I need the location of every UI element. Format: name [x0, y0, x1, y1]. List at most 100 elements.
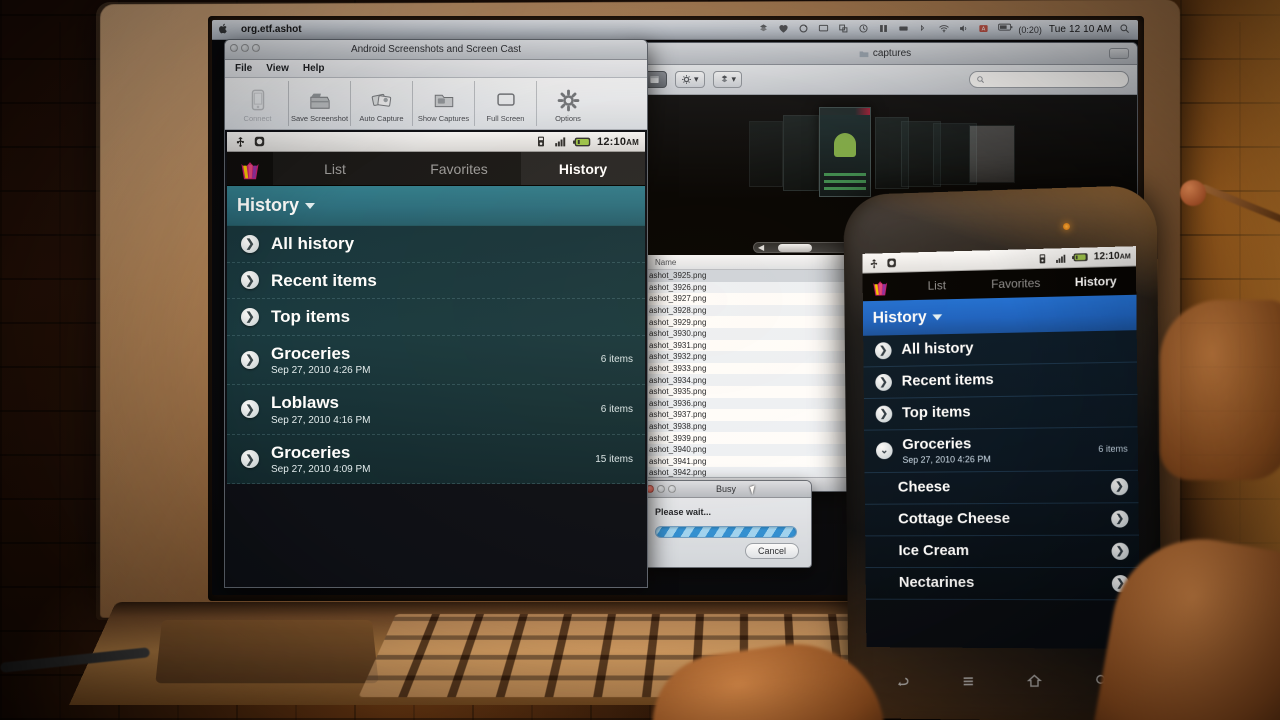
sync-icon[interactable] — [798, 23, 811, 36]
history-row[interactable]: ❯ Groceries Sep 27, 2010 4:26 PM 6 items — [227, 336, 645, 386]
history-row[interactable]: ❯ Top items — [227, 299, 645, 336]
shopping-bag-icon[interactable] — [863, 273, 898, 302]
cancel-button[interactable]: Cancel — [744, 543, 799, 559]
chevron-right-icon[interactable]: ❯ — [1111, 542, 1129, 560]
minimize-button[interactable] — [241, 44, 249, 52]
history-row[interactable]: ❯ Loblaws Sep 27, 2010 4:16 PM 6 items — [227, 385, 645, 435]
app-tab-bar[interactable]: List Favorites History — [227, 152, 645, 186]
chevron-left-icon[interactable]: ◀ — [758, 243, 764, 252]
ashot-application[interactable]: Android Screenshots and Screen Cast File… — [214, 20, 648, 588]
chevron-right-icon[interactable]: ❯ — [875, 373, 892, 391]
phone-history-row[interactable]: ❯ Recent items — [863, 362, 1138, 400]
chevron-right-icon[interactable]: ❯ — [1110, 477, 1129, 496]
growl-icon[interactable] — [778, 23, 791, 36]
chevron-right-icon[interactable]: ❯ — [241, 307, 259, 326]
chevron-right-icon[interactable]: ❯ — [241, 450, 259, 468]
ashot-title-bar[interactable]: Android Screenshots and Screen Cast — [225, 40, 647, 60]
close-button[interactable] — [230, 44, 238, 52]
show-captures-button[interactable]: Show Captures — [413, 81, 475, 126]
timemachine-icon[interactable] — [858, 23, 871, 36]
screensharing-icon[interactable] — [838, 23, 851, 36]
tab-list[interactable]: List — [273, 152, 397, 185]
history-row[interactable]: ❯ All history — [227, 226, 645, 263]
wifi-icon[interactable] — [938, 23, 951, 36]
chevron-right-icon[interactable]: ❯ — [241, 350, 259, 369]
coverflow-thumbnail[interactable] — [969, 125, 1015, 183]
busy-dialog-title-bar[interactable]: Busy — [641, 481, 811, 498]
action-gear-button[interactable]: ▾ — [675, 71, 705, 88]
phone-mirror-view[interactable]: 12:10AM List Favorites History History ❯… — [225, 130, 647, 587]
coverflow-selected-thumbnail[interactable] — [819, 107, 871, 197]
finder-search-input[interactable] — [989, 74, 1122, 85]
chevron-right-icon[interactable]: ❯ — [875, 405, 893, 423]
save-screenshot-button[interactable]: Save Screenshot — [289, 81, 351, 126]
laptop-trackpad[interactable] — [155, 620, 379, 684]
window-traffic-lights[interactable] — [646, 485, 676, 493]
full-screen-button[interactable]: Full Screen — [475, 81, 537, 126]
coverflow-thumbnail[interactable] — [749, 121, 783, 187]
history-list[interactable]: ❯ All history ❯ Recent items ❯ Top items ❯ Groc… — [227, 226, 645, 485]
toolbar-toggle-button[interactable] — [1109, 48, 1129, 59]
bluetooth-icon[interactable] — [918, 23, 931, 36]
dropbox-toolbar-button[interactable]: ▾ — [712, 71, 743, 88]
coverflow-thumbnail[interactable] — [783, 115, 819, 191]
volume-icon[interactable] — [958, 23, 971, 36]
phone-history-header[interactable]: History — [862, 294, 1137, 336]
ashot-menu-bar[interactable]: File View Help — [225, 60, 647, 78]
phone-history-row[interactable]: ⌄ Groceries Sep 27, 2010 4:26 PM 6 items — [864, 427, 1139, 473]
menu-file[interactable]: File — [235, 63, 252, 74]
caret-down-icon[interactable] — [932, 313, 943, 320]
history-row[interactable]: ❯ Groceries Sep 27, 2010 4:09 PM 15 items — [227, 435, 645, 485]
chevron-right-icon[interactable]: ❯ — [241, 400, 259, 419]
input-source-icon[interactable]: A — [978, 23, 991, 36]
display-icon[interactable] — [818, 23, 831, 36]
back-icon[interactable] — [890, 670, 914, 694]
phone-list-child-row[interactable]: Ice Cream ❯ — [865, 535, 1140, 568]
zoom-button[interactable] — [668, 485, 676, 493]
chevron-right-icon[interactable]: ❯ — [1111, 510, 1129, 528]
phone-screen[interactable]: 12:10AM List Favorites History History ❯ A — [862, 246, 1141, 649]
home-icon[interactable] — [1022, 668, 1046, 692]
phone-list-child-row[interactable]: Cottage Cheese ❯ — [864, 503, 1139, 537]
zoom-button[interactable] — [252, 44, 260, 52]
phone-navigation-keys[interactable] — [869, 656, 1136, 705]
phone-history-row[interactable]: ❯ Top items — [863, 394, 1138, 431]
phone-history-row[interactable]: ❯ All history — [863, 330, 1138, 368]
chevron-right-icon[interactable]: ❯ — [241, 271, 259, 290]
menu-bar-clock[interactable]: Tue 12 10 AM — [1049, 24, 1112, 35]
history-header[interactable]: History — [227, 186, 645, 226]
ashot-window[interactable]: Android Screenshots and Screen Cast File… — [224, 39, 648, 588]
auto-capture-button[interactable]: Auto Capture — [351, 81, 413, 126]
finder-toolbar[interactable]: ▾ ▾ — [633, 65, 1137, 95]
tab-history[interactable]: History — [521, 152, 645, 185]
finder-search-field[interactable] — [969, 71, 1129, 88]
options-button[interactable]: Options — [537, 81, 599, 126]
ashot-toolbar[interactable]: Connect Save Screenshot Auto Capture Show C… — [225, 78, 647, 130]
window-traffic-lights[interactable] — [230, 44, 260, 52]
tab-favorites[interactable]: Favorites — [397, 152, 521, 185]
shopping-bag-icon[interactable] — [227, 152, 273, 185]
minimize-button[interactable] — [657, 485, 665, 493]
chevron-down-icon[interactable]: ⌄ — [875, 442, 893, 460]
caret-down-icon[interactable] — [305, 202, 316, 209]
search-icon[interactable] — [1119, 23, 1132, 36]
phone-tab-history[interactable]: History — [1055, 266, 1136, 296]
airport-display-icon[interactable] — [898, 23, 911, 36]
history-row[interactable]: ❯ Recent items — [227, 263, 645, 300]
phone-tab-favorites[interactable]: Favorites — [976, 269, 1056, 299]
scrollbar-thumb[interactable] — [778, 243, 813, 252]
menu-icon[interactable] — [956, 669, 980, 693]
istat-icon[interactable] — [878, 23, 891, 36]
busy-dialog[interactable]: Busy Please wait... Cancel — [640, 480, 812, 568]
battery-icon[interactable] — [998, 23, 1013, 36]
phone-history-list[interactable]: ❯ All history ❯ Recent items ❯ Top items ⌄ Groc… — [863, 330, 1140, 601]
battery-time-remaining[interactable]: (0:20) — [1018, 25, 1042, 35]
chevron-right-icon[interactable]: ❯ — [874, 342, 892, 360]
phone-tab-list[interactable]: List — [898, 271, 977, 301]
chevron-right-icon[interactable]: ❯ — [241, 234, 259, 253]
phone-list-child-row[interactable]: Cheese ❯ — [864, 470, 1139, 505]
finder-title-bar[interactable]: captures — [633, 43, 1137, 65]
phone-list-child-row[interactable]: Nectarines ❯ — [865, 567, 1140, 601]
menu-view[interactable]: View — [266, 63, 289, 74]
menu-help[interactable]: Help — [303, 63, 325, 74]
